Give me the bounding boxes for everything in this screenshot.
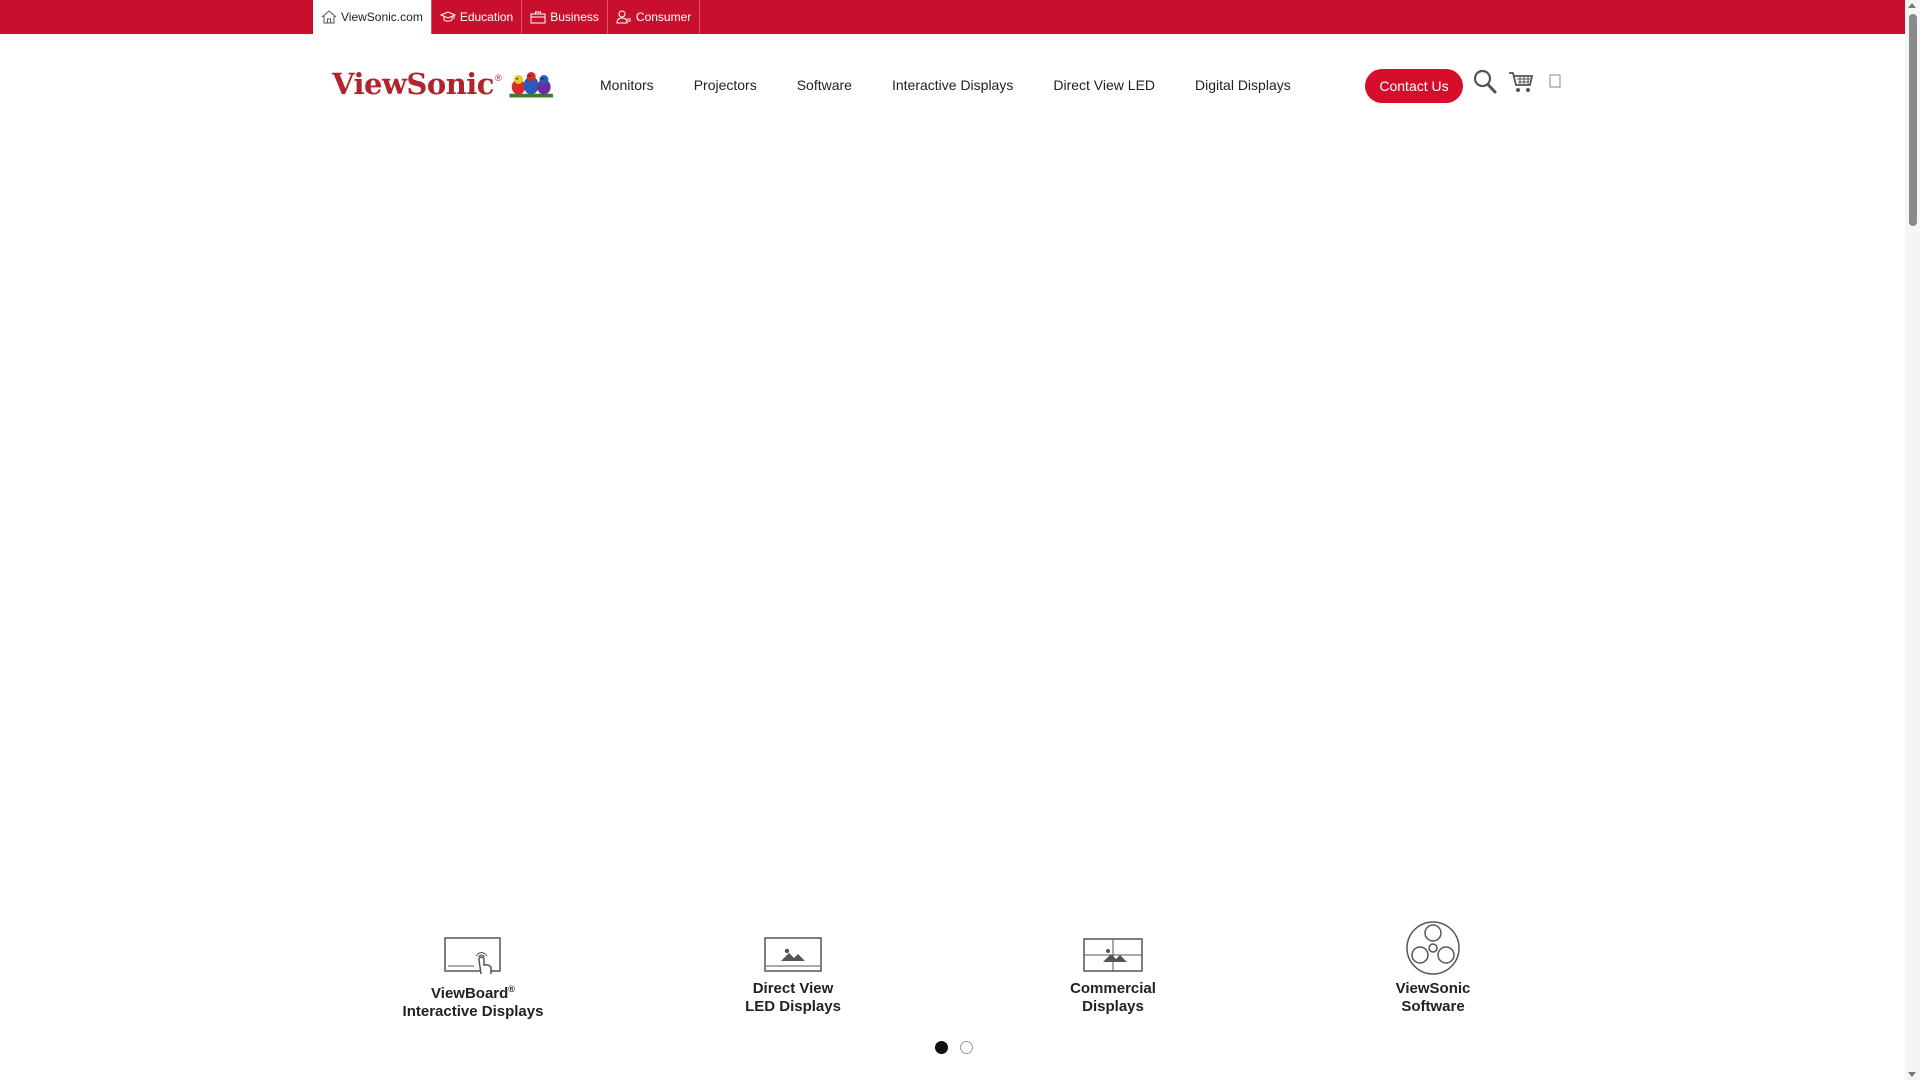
commercial-display-icon xyxy=(1083,938,1143,972)
category-title: Commercial Displays xyxy=(1070,980,1156,1015)
hero-banner xyxy=(0,136,1905,906)
logo-birds-icon xyxy=(509,72,553,98)
tab-education[interactable]: Education xyxy=(432,0,523,34)
tab-label: ViewSonic.com xyxy=(341,10,423,24)
category-direct-view-led[interactable]: Direct View LED Displays xyxy=(633,918,953,1022)
tab-label: Consumer xyxy=(635,10,692,24)
main-nav: Monitors Projectors Software Interactive… xyxy=(600,34,1331,136)
category-commercial-displays[interactable]: Commercial Displays xyxy=(953,918,1273,1022)
account-icon[interactable] xyxy=(1549,74,1561,88)
logo-registered-mark: ® xyxy=(494,73,502,83)
software-reel-icon xyxy=(1406,921,1460,975)
led-display-icon xyxy=(764,937,822,972)
main-header: ViewSonic ® Monitors Projectors Software… xyxy=(0,34,1905,136)
briefcase-icon xyxy=(530,11,546,24)
shopping-cart-icon[interactable] xyxy=(1508,70,1534,94)
category-title: ViewSonic Software xyxy=(1395,980,1471,1015)
nav-direct-view-led[interactable]: Direct View LED xyxy=(1053,77,1155,93)
category-shortcuts: ViewBoard® Interactive Displays Direct V… xyxy=(313,918,1593,1022)
category-title: Direct View LED Displays xyxy=(745,980,841,1015)
scroll-thumb[interactable] xyxy=(1909,14,1917,226)
touch-display-icon xyxy=(444,937,501,975)
tab-label: Business xyxy=(550,10,599,24)
site-tabs: ViewSonic.com Education Business Consume… xyxy=(313,0,701,34)
viewsonic-logo[interactable]: ViewSonic ® xyxy=(332,62,554,106)
scroll-up-arrow[interactable] xyxy=(1908,3,1916,8)
nav-software[interactable]: Software xyxy=(797,77,852,93)
logo-wordmark: ViewSonic xyxy=(332,67,494,101)
category-viewboard[interactable]: ViewBoard® Interactive Displays xyxy=(313,918,633,1022)
search-icon[interactable] xyxy=(1473,69,1497,95)
nav-monitors[interactable]: Monitors xyxy=(600,77,654,93)
category-viewsonic-software[interactable]: ViewSonic Software xyxy=(1273,918,1593,1022)
tab-label: Education xyxy=(459,10,514,24)
category-title: ViewBoard® Interactive Displays xyxy=(402,984,544,1020)
page-scrollbar[interactable] xyxy=(1905,0,1920,1080)
nav-digital-displays[interactable]: Digital Displays xyxy=(1195,77,1291,93)
top-utility-bar: ViewSonic.com Education Business Consume… xyxy=(0,0,1905,34)
nav-interactive-displays[interactable]: Interactive Displays xyxy=(892,77,1013,93)
carousel-dot-1[interactable] xyxy=(935,1041,948,1054)
scroll-down-arrow[interactable] xyxy=(1908,1072,1916,1077)
graduation-cap-icon xyxy=(439,11,456,22)
nav-projectors[interactable]: Projectors xyxy=(694,77,757,93)
user-icon xyxy=(616,10,631,24)
tab-consumer[interactable]: Consumer xyxy=(608,0,701,34)
carousel-pagination xyxy=(935,1041,985,1054)
tab-viewsonic-com[interactable]: ViewSonic.com xyxy=(313,0,432,34)
contact-us-button[interactable]: Contact Us xyxy=(1365,69,1463,103)
carousel-dot-2[interactable] xyxy=(960,1041,973,1054)
home-icon xyxy=(321,10,337,24)
tab-business[interactable]: Business xyxy=(522,0,608,34)
